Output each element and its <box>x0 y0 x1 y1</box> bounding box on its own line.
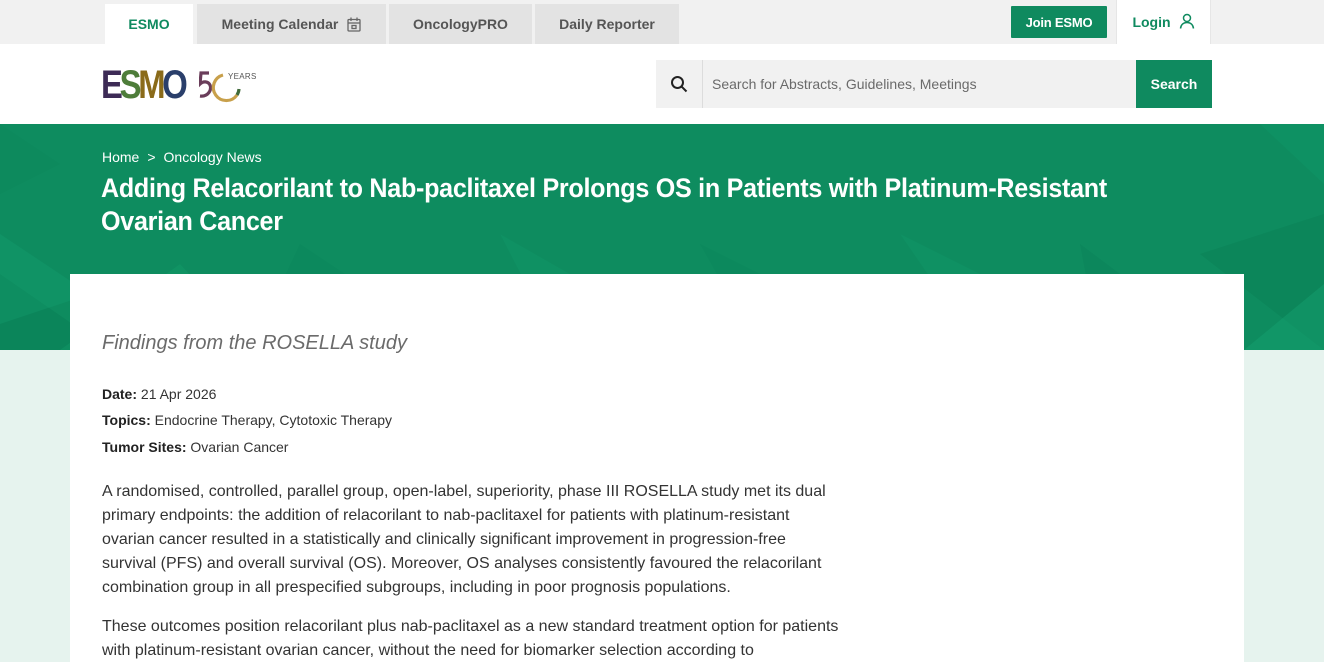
article-subtitle: Findings from the ROSELLA study <box>102 332 407 354</box>
search-input[interactable] <box>703 60 1136 108</box>
date-value: 21 Apr 2026 <box>140 386 217 402</box>
esmo-logo-wordmark: ESMO <box>101 63 188 107</box>
breadcrumb-oncology-news-link[interactable]: Oncology News <box>164 149 262 165</box>
tab-meeting-calendar[interactable]: Meeting Calendar <box>197 4 386 44</box>
article-paragraph: A randomised, controlled, parallel group… <box>102 483 826 596</box>
esmo-logo[interactable]: ESMO <box>101 63 203 107</box>
tab-esmo[interactable]: ESMO <box>105 4 193 44</box>
breadcrumb-separator: > <box>147 149 156 165</box>
login-label: Login <box>1132 14 1171 30</box>
fifty-years-label: YEARS <box>228 72 257 81</box>
article-tumor-sites: Tumor Sites: Ovarian Cancer <box>102 439 288 455</box>
article-topics: Topics: Endocrine Therapy, Cytotoxic The… <box>102 412 392 428</box>
top-navigation-bar: ESMO Meeting Calendar OncologyPRO Daily … <box>0 0 1324 44</box>
tab-daily-reporter-label: Daily Reporter <box>559 16 655 32</box>
topics-label: Topics: <box>102 412 151 428</box>
page-title: Adding Relacorilant to Nab-paclitaxel Pr… <box>101 173 1107 236</box>
tumor-sites-value[interactable]: Ovarian Cancer <box>190 439 288 455</box>
topics-value[interactable]: Endocrine Therapy, Cytotoxic Therapy <box>155 412 392 428</box>
article-date: Date: 21 Apr 2026 <box>102 386 216 402</box>
join-esmo-button[interactable]: Join ESMO <box>1011 6 1107 38</box>
tab-meeting-calendar-label: Meeting Calendar <box>221 16 339 32</box>
tab-oncologypro[interactable]: OncologyPRO <box>389 4 532 44</box>
article-card: Findings from the ROSELLA study Date: 21… <box>70 274 1244 662</box>
site-header: ESMO YEARS Search <box>0 44 1324 124</box>
breadcrumb-home-link[interactable]: Home <box>102 149 139 165</box>
tumor-sites-label: Tumor Sites: <box>102 439 187 455</box>
tab-oncologypro-label: OncologyPRO <box>413 16 508 32</box>
user-icon <box>1179 13 1195 32</box>
article-paragraph: These outcomes position relacorilant plu… <box>102 618 839 659</box>
tab-daily-reporter[interactable]: Daily Reporter <box>535 4 679 44</box>
search-button[interactable]: Search <box>1136 60 1212 108</box>
tab-esmo-label: ESMO <box>128 16 170 32</box>
breadcrumb: Home > Oncology News <box>102 149 262 165</box>
search-icon[interactable] <box>656 60 703 108</box>
login-button[interactable]: Login <box>1116 0 1211 44</box>
date-label: Date: <box>102 386 138 402</box>
calendar-icon <box>347 17 361 32</box>
search-bar: Search <box>656 60 1212 108</box>
